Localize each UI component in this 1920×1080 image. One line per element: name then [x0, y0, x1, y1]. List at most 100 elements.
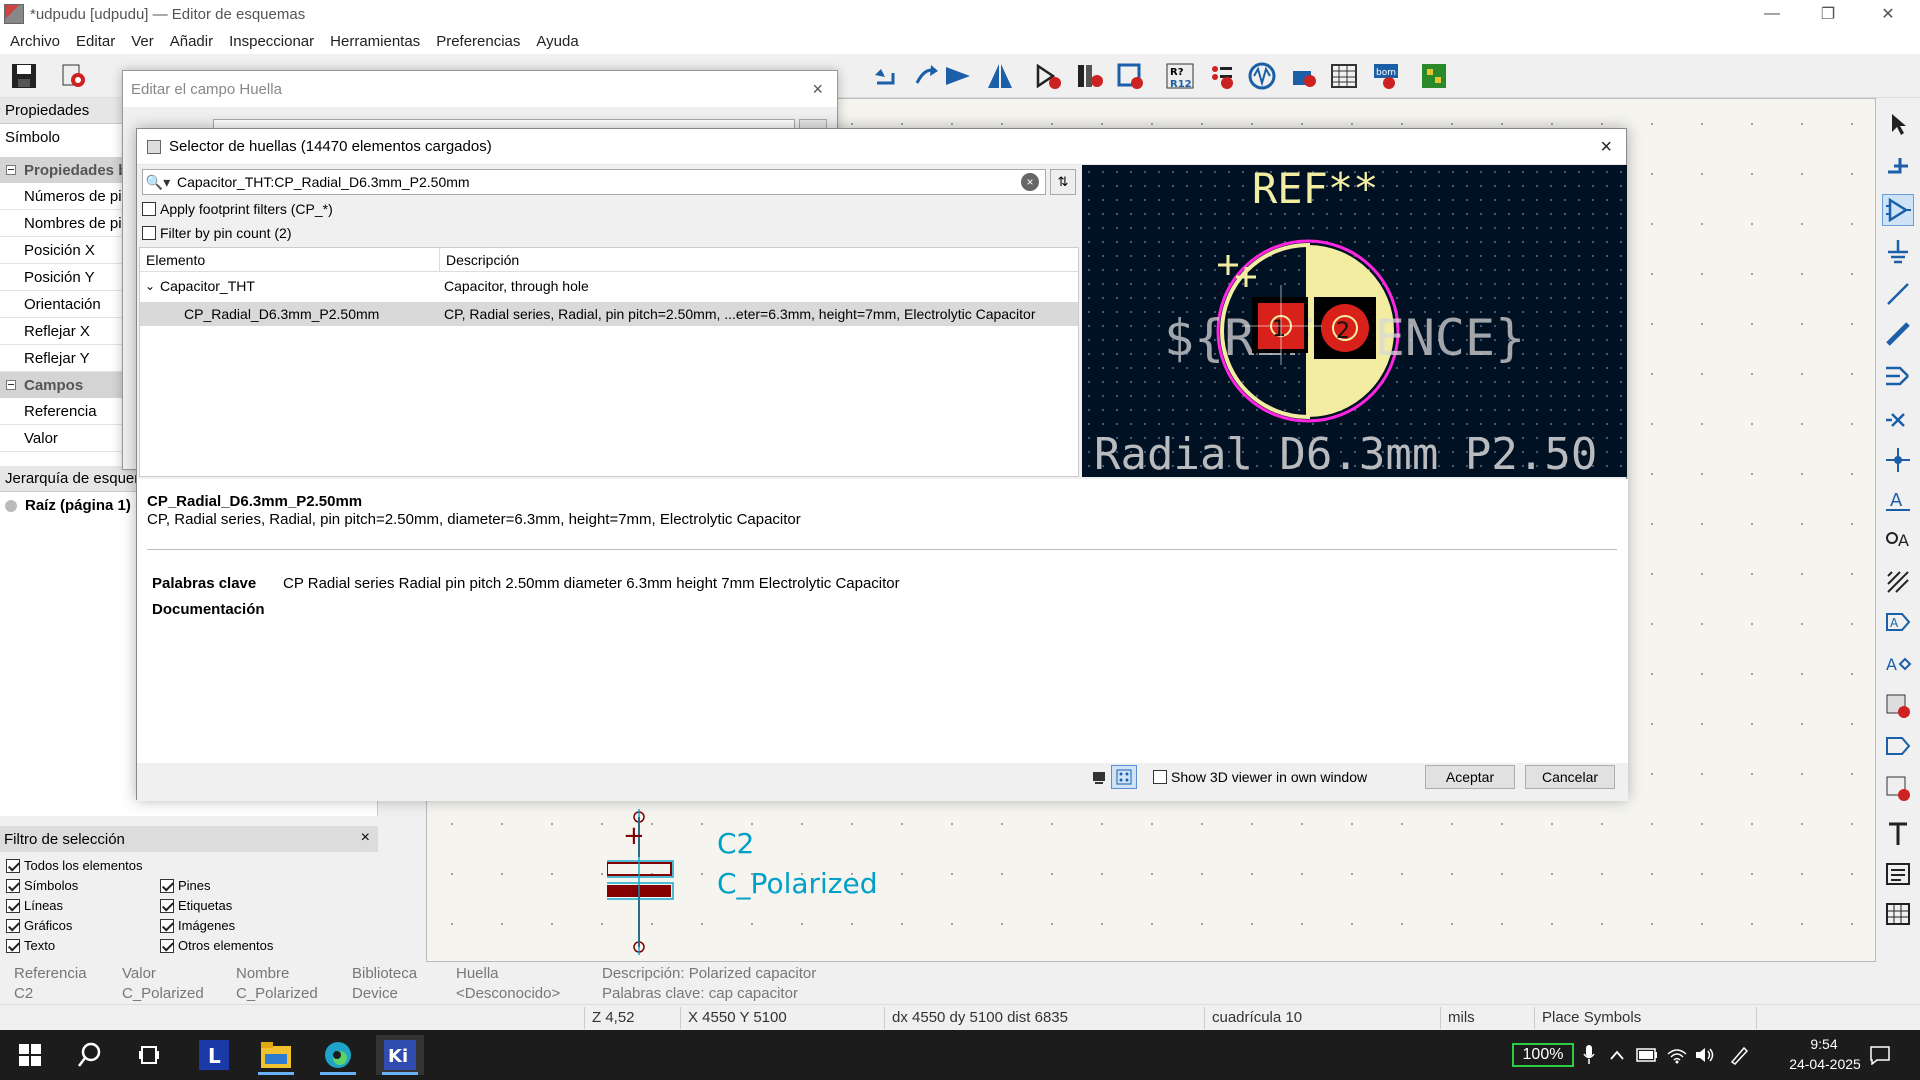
sort-options-button[interactable]: ⇅: [1050, 169, 1076, 195]
footprint-assign-icon[interactable]: [1114, 60, 1146, 92]
annotate-icon[interactable]: R? R12: [1164, 60, 1196, 92]
mirror-horizontal-icon[interactable]: [984, 60, 1016, 92]
footprint-tree[interactable]: Elemento Descripción ⌄ Capacitor_THT Cap…: [139, 247, 1079, 477]
pen-icon[interactable]: [1724, 1035, 1754, 1075]
schematic-value-label[interactable]: C_Polarized: [717, 867, 878, 900]
edit-fields-icon[interactable]: [1288, 60, 1320, 92]
footprint-search-input[interactable]: Capacitor_THT:CP_Radial_D6.3mm_P2.50mm: [173, 174, 1021, 190]
filter-text[interactable]: Texto: [6, 938, 55, 953]
column-description[interactable]: Descripción: [440, 248, 1078, 271]
filter-all-items[interactable]: Todos los elementos: [6, 858, 143, 873]
menu-ver[interactable]: Ver: [123, 33, 162, 50]
junction-icon[interactable]: [1882, 444, 1914, 476]
add-power-icon[interactable]: [1882, 236, 1914, 268]
battery-percentage[interactable]: 100%: [1512, 1043, 1574, 1067]
checkbox-icon[interactable]: [160, 938, 174, 953]
checkbox-icon[interactable]: [6, 898, 20, 913]
add-symbol-icon[interactable]: [1882, 194, 1914, 226]
import-sheet-pin-icon[interactable]: [1882, 772, 1914, 804]
kicad-taskbar-icon[interactable]: Ki: [376, 1035, 424, 1075]
erc-icon[interactable]: [1206, 60, 1238, 92]
filter-symbols[interactable]: Símbolos: [6, 878, 78, 893]
cancel-button[interactable]: Cancelar: [1525, 765, 1615, 789]
tree-group-row[interactable]: ⌄ Capacitor_THT Capacitor, through hole: [140, 274, 1078, 298]
checkbox-icon[interactable]: [6, 918, 20, 933]
windows-start-icon[interactable]: [6, 1035, 54, 1075]
footprint-search-box[interactable]: 🔍▾ Capacitor_THT:CP_Radial_D6.3mm_P2.50m…: [142, 169, 1046, 195]
symbol-fields-table-icon[interactable]: [1328, 60, 1360, 92]
schematic-reference-label[interactable]: C2: [717, 827, 754, 860]
apply-footprint-filters-option[interactable]: Apply footprint filters (CP_*): [142, 201, 333, 217]
search-icon[interactable]: 🔍▾: [143, 174, 173, 191]
close-icon[interactable]: ×: [361, 829, 370, 847]
wifi-icon[interactable]: [1662, 1035, 1692, 1075]
chevron-up-icon[interactable]: [1602, 1035, 1632, 1075]
add-wire-icon[interactable]: [1882, 278, 1914, 310]
add-label-icon[interactable]: A: [1882, 484, 1914, 516]
close-window-button[interactable]: ✕: [1860, 0, 1916, 28]
launcher-app-icon[interactable]: L: [190, 1035, 238, 1075]
search-icon[interactable]: [66, 1035, 114, 1075]
rotate-ccw-icon[interactable]: [870, 60, 902, 92]
add-sheet-icon[interactable]: [1882, 690, 1914, 722]
mirror-vertical-icon[interactable]: [942, 60, 974, 92]
checkbox-icon[interactable]: [6, 878, 20, 893]
select-arrow-icon[interactable]: [1882, 108, 1914, 140]
sheet-pin-icon[interactable]: [1882, 730, 1914, 762]
checkbox-icon[interactable]: [1153, 770, 1167, 784]
checkbox-icon[interactable]: [160, 878, 174, 893]
schematic-setup-icon[interactable]: [58, 60, 90, 92]
volume-icon[interactable]: [1690, 1035, 1720, 1075]
add-textbox-icon[interactable]: [1882, 858, 1914, 890]
3d-view-icon[interactable]: [1089, 767, 1109, 789]
tree-footprint-row[interactable]: CP_Radial_D6.3mm_P2.50mm CP, Radial seri…: [140, 302, 1078, 326]
bom-icon[interactable]: bom: [1370, 60, 1402, 92]
filter-graphics[interactable]: Gráficos: [6, 918, 72, 933]
clear-search-icon[interactable]: ×: [1021, 173, 1039, 191]
no-connect-icon[interactable]: [1882, 404, 1914, 436]
menu-anadir[interactable]: Añadir: [162, 33, 221, 50]
filter-lines[interactable]: Líneas: [6, 898, 63, 913]
global-label-icon[interactable]: A: [1882, 606, 1914, 638]
checkbox-icon[interactable]: [142, 226, 156, 240]
add-table-icon[interactable]: [1882, 898, 1914, 930]
column-element[interactable]: Elemento: [140, 248, 440, 271]
accept-button[interactable]: Aceptar: [1425, 765, 1515, 789]
rotate-cw-icon[interactable]: [910, 60, 942, 92]
highlight-net-icon[interactable]: [1882, 150, 1914, 182]
edge-browser-icon[interactable]: [314, 1035, 362, 1075]
notification-icon[interactable]: [1856, 1035, 1904, 1075]
symbol-browser-icon[interactable]: [1074, 60, 1106, 92]
microphone-icon[interactable]: [1574, 1035, 1604, 1075]
close-icon[interactable]: ×: [1600, 136, 1612, 159]
footprint-view-icon[interactable]: [1111, 765, 1137, 789]
menu-herramientas[interactable]: Herramientas: [322, 33, 428, 50]
file-explorer-icon[interactable]: [252, 1035, 300, 1075]
add-bus-icon[interactable]: [1882, 318, 1914, 350]
menu-archivo[interactable]: Archivo: [2, 33, 68, 50]
filter-labels[interactable]: Etiquetas: [160, 898, 232, 913]
pcb-editor-icon[interactable]: [1418, 60, 1450, 92]
minimize-button[interactable]: —: [1744, 0, 1800, 28]
filter-pins[interactable]: Pines: [160, 878, 211, 893]
checkbox-icon[interactable]: [160, 918, 174, 933]
menu-editar[interactable]: Editar: [68, 33, 123, 50]
checkbox-icon[interactable]: [142, 202, 156, 216]
net-class-label-icon[interactable]: A: [1882, 524, 1914, 556]
checkbox-icon[interactable]: [6, 858, 20, 873]
symbol-editor-icon[interactable]: [1032, 60, 1064, 92]
show-3d-viewer-option[interactable]: Show 3D viewer in own window: [1153, 769, 1367, 785]
chevron-down-icon[interactable]: ⌄: [140, 279, 160, 293]
save-icon[interactable]: [8, 60, 40, 92]
bus-entry-icon[interactable]: [1882, 360, 1914, 392]
close-icon[interactable]: ×: [812, 79, 823, 100]
menu-preferencias[interactable]: Preferencias: [428, 33, 528, 50]
hierarchical-label-icon[interactable]: A: [1882, 648, 1914, 680]
clock-time[interactable]: 9:54: [1794, 1036, 1854, 1052]
filter-images[interactable]: Imágenes: [160, 918, 235, 933]
menu-ayuda[interactable]: Ayuda: [528, 33, 586, 50]
filter-pin-count-option[interactable]: Filter by pin count (2): [142, 225, 292, 241]
task-view-icon[interactable]: [126, 1035, 174, 1075]
rule-area-icon[interactable]: [1882, 566, 1914, 598]
filter-other-items[interactable]: Otros elementos: [160, 938, 273, 953]
